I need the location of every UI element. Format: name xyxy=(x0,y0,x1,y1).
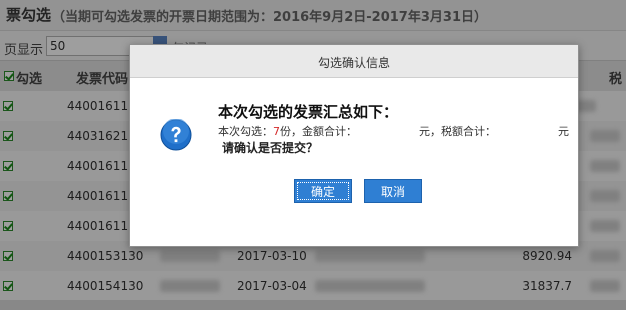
selection-confirm-dialog: 勾选确认信息 本次勾选的发票汇总如下： 本次勾选：7份，金额合计： 元，税额合计：… xyxy=(129,44,579,247)
dialog-title: 勾选确认信息 xyxy=(317,56,390,70)
tax-unit: 元 xyxy=(558,125,569,138)
confirm-button[interactable]: 确定 xyxy=(294,179,352,203)
summary-line: 本次勾选：7份，金额合计： 元，税额合计： 元 xyxy=(218,123,569,139)
cancel-button[interactable]: 取消 xyxy=(364,179,422,203)
dialog-header: 勾选确认信息 xyxy=(130,45,578,78)
selected-count: 7 xyxy=(273,125,280,138)
confirm-question: 请确认是否提交？ xyxy=(222,141,319,155)
amount-unit: 元，税额合计： xyxy=(419,125,496,138)
summary-title: 本次勾选的发票汇总如下： xyxy=(218,103,399,121)
question-icon xyxy=(160,119,192,151)
count-unit: 份，金额合计： xyxy=(280,125,357,138)
count-label: 本次勾选： xyxy=(218,125,273,138)
